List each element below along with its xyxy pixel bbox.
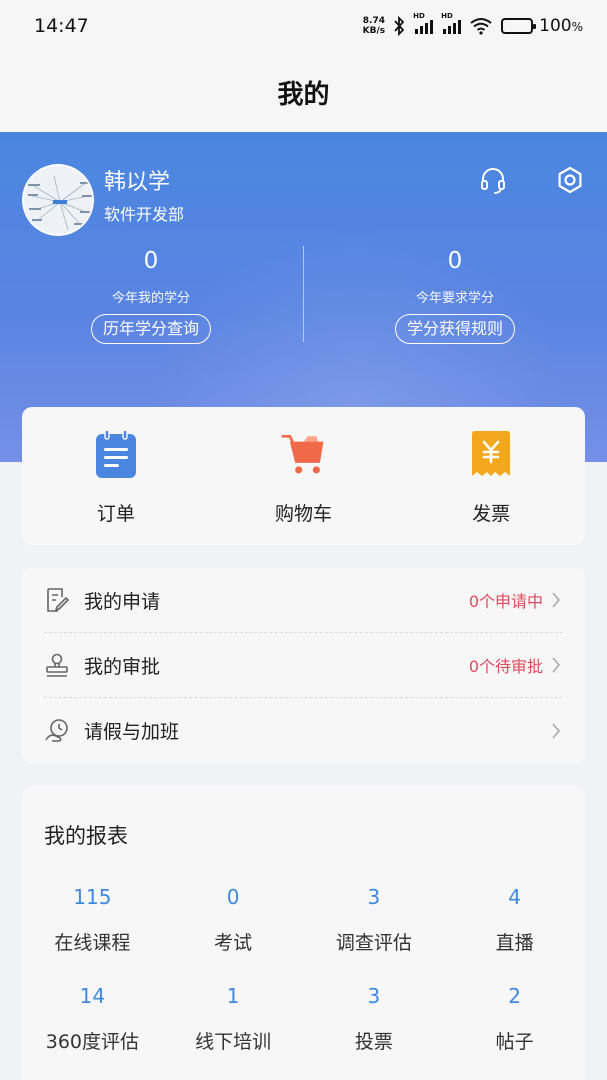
quick-action-order[interactable]: 订单 (22, 407, 210, 545)
bluetooth-icon (394, 16, 405, 36)
menu-card: 我的申请 0个申请中 我的审批 0个待审批 请假与加班 (22, 568, 585, 764)
report-value: 115 (73, 885, 112, 909)
chevron-right-icon (552, 722, 561, 739)
status-bar: 14:47 8.74 KB/s HD HD 100% (0, 0, 607, 52)
my-credits-section: 0 今年我的学分 历年学分查询 (51, 244, 251, 344)
report-label: 线下培训 (195, 1031, 272, 1053)
menu-item-status: 0个待审批 (468, 657, 543, 676)
report-value: 3 (367, 984, 381, 1008)
report-label: 投票 (354, 1031, 393, 1053)
report-posts[interactable]: 2 帖子 (444, 981, 585, 1054)
quick-action-label: 购物车 (275, 503, 333, 525)
battery-icon (501, 18, 537, 34)
menu-item-label: 请假与加班 (84, 721, 180, 743)
report-value: 1 (226, 984, 240, 1008)
report-value: 2 (508, 984, 521, 1008)
report-label: 直播 (495, 932, 534, 954)
leave-overtime-icon (45, 718, 68, 742)
menu-item-label: 我的申请 (84, 590, 161, 613)
user-name: 韩以学 (104, 170, 171, 195)
customer-service-button[interactable] (475, 162, 511, 198)
menu-item-leave-overtime[interactable]: 请假与加班 (44, 698, 563, 763)
report-label: 调查评估 (335, 932, 412, 954)
required-credits-value: 0 (447, 248, 463, 274)
reports-card: 我的报表 115 在线课程 0 考试 3 调查评估 4 直播 14 360度评估… (22, 786, 585, 1080)
report-label: 考试 (214, 932, 253, 954)
approval-stamp-icon (46, 653, 68, 677)
menu-item-status: 0个申请中 (468, 592, 543, 611)
credit-history-button[interactable]: 历年学分查询 (90, 314, 211, 344)
quick-action-label: 订单 (96, 503, 135, 525)
report-exams[interactable]: 0 考试 (163, 882, 304, 955)
report-surveys[interactable]: 3 调查评估 (304, 882, 445, 955)
report-value: 4 (508, 885, 521, 909)
report-360-evaluation[interactable]: 14 360度评估 (22, 981, 163, 1054)
report-value: 14 (79, 984, 106, 1008)
status-indicators: 8.74 KB/s HD HD 100% (362, 12, 583, 36)
net-speed: 8.74 KB/s (362, 16, 386, 36)
chevron-right-icon (552, 592, 561, 608)
report-live[interactable]: 4 直播 (444, 882, 585, 955)
signal-icon-2: HD (441, 12, 462, 34)
my-credits-label: 今年我的学分 (111, 291, 190, 306)
report-label: 帖子 (495, 1031, 534, 1053)
report-value: 3 (367, 885, 381, 909)
quick-action-cart[interactable]: 购物车 (210, 407, 398, 545)
my-credits-value: 0 (143, 248, 159, 274)
application-icon (47, 588, 70, 612)
reports-grid: 115 在线课程 0 考试 3 调查评估 4 直播 14 360度评估 1 线下… (22, 882, 585, 1054)
required-credits-section: 0 今年要求学分 学分获得规则 (355, 244, 555, 344)
report-votes[interactable]: 3 投票 (304, 981, 445, 1054)
settings-button[interactable] (552, 162, 588, 198)
report-label: 360度评估 (45, 1031, 139, 1053)
wifi-icon (470, 18, 492, 35)
avatar[interactable] (22, 164, 94, 236)
quick-action-invoice[interactable]: 发票 (397, 407, 585, 545)
report-label: 在线课程 (54, 932, 131, 954)
cart-icon (280, 434, 323, 474)
report-offline-training[interactable]: 1 线下培训 (163, 981, 304, 1054)
credit-rules-button[interactable]: 学分获得规则 (394, 314, 515, 344)
menu-item-label: 我的审批 (84, 655, 161, 678)
credit-divider (303, 246, 304, 342)
status-time: 14:47 (34, 15, 89, 37)
report-value: 0 (226, 885, 240, 909)
settings-icon (558, 166, 582, 194)
quick-actions-card: 订单 购物车 发票 (22, 407, 585, 545)
invoice-icon (472, 431, 511, 476)
user-department: 软件开发部 (104, 205, 185, 224)
page-title: 我的 (277, 79, 330, 110)
signal-icon-1: HD (413, 12, 434, 34)
quick-action-label: 发票 (472, 503, 511, 525)
nav-bar: 我的 (0, 52, 607, 132)
order-icon (95, 429, 136, 478)
headset-icon (481, 168, 505, 194)
report-online-courses[interactable]: 115 在线课程 (22, 882, 163, 955)
chevron-right-icon (552, 657, 561, 673)
reports-title: 我的报表 (44, 824, 128, 848)
menu-item-my-approvals[interactable]: 我的审批 0个待审批 (44, 633, 563, 698)
menu-item-my-applications[interactable]: 我的申请 0个申请中 (44, 568, 563, 633)
required-credits-label: 今年要求学分 (415, 291, 494, 306)
battery-indicator: 100% (501, 16, 583, 36)
avatar-image (24, 166, 92, 234)
